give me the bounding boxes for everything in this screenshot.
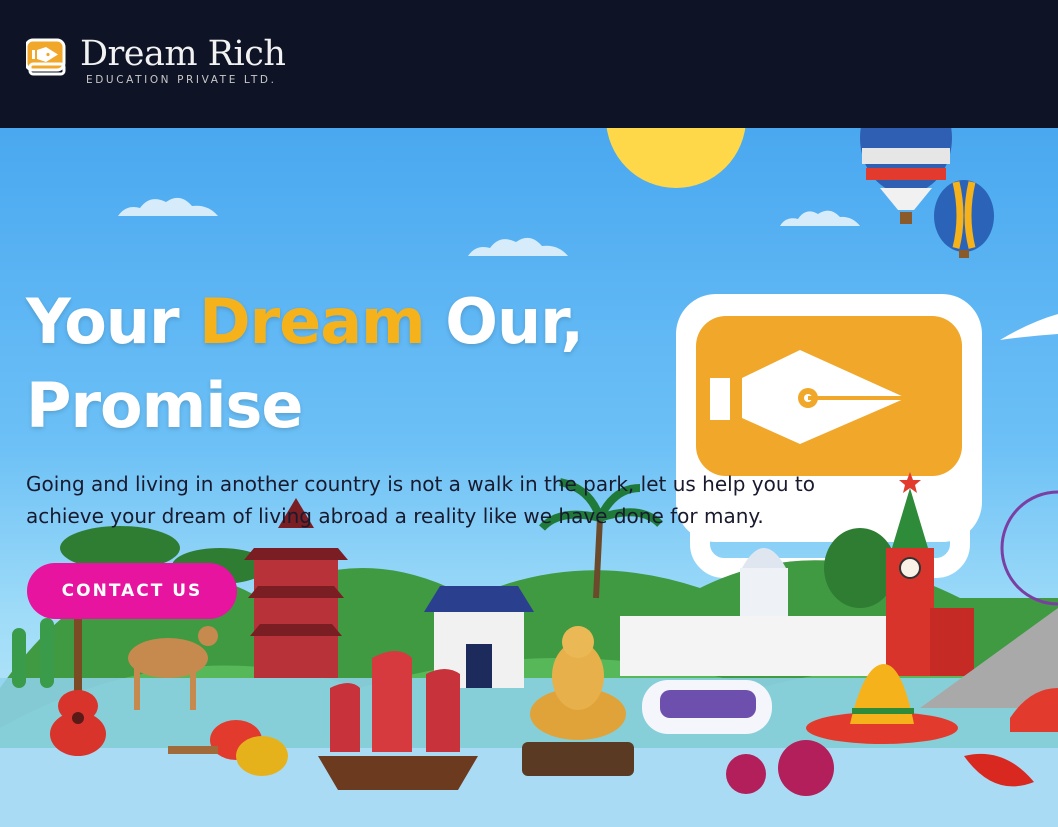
- cloud-icon: [118, 197, 860, 256]
- site-header: Dream Rich EDUCATION PRIVATE LTD.: [0, 0, 1058, 128]
- sun-icon: [606, 128, 746, 188]
- headline-line2: Promise: [26, 369, 303, 442]
- headline-accent: Dream: [199, 285, 426, 358]
- hero-section: Your Dream Our, Promise Going and living …: [0, 128, 1058, 827]
- hero-headline: Your Dream Our, Promise: [26, 280, 584, 448]
- brush-stroke-decoration: [1000, 314, 1058, 340]
- ferris-wheel-icon: [1000, 490, 1058, 606]
- pen-nib-icon: [24, 36, 68, 78]
- brand-name: Dream Rich: [80, 34, 286, 74]
- hot-air-balloon-icon: [860, 128, 994, 258]
- brand-logo[interactable]: Dream Rich EDUCATION PRIVATE LTD.: [24, 34, 286, 86]
- headline-part2: Our,: [424, 285, 584, 358]
- brand-subtitle: EDUCATION PRIVATE LTD.: [86, 74, 277, 86]
- hero-description: Going and living in another country is n…: [26, 472, 815, 528]
- train-icon: [642, 680, 772, 734]
- contact-us-button[interactable]: CONTACT US: [27, 563, 237, 619]
- headline-part1: Your: [26, 285, 200, 358]
